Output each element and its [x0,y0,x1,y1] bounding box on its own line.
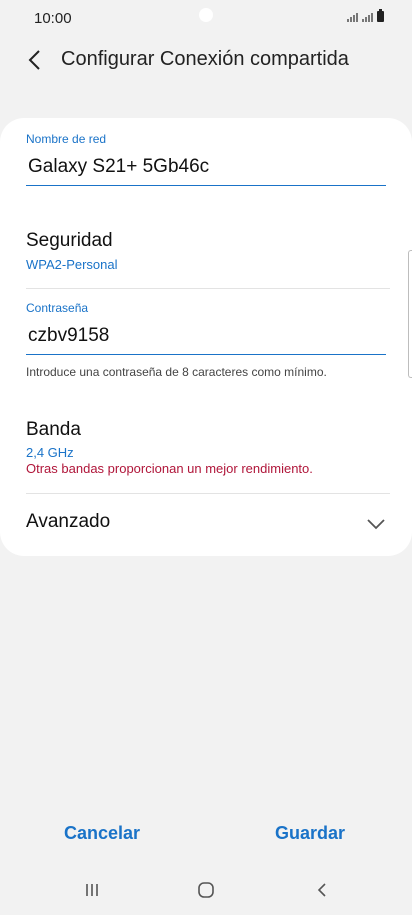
security-title: Seguridad [26,230,113,251]
band-title: Banda [26,419,81,440]
band-value: 2,4 GHz [26,445,74,460]
chevron-down-icon [367,519,385,530]
status-time: 10:00 [34,10,72,27]
security-value: WPA2-Personal [26,257,118,272]
nav-bar [0,870,412,910]
home-button[interactable] [191,878,221,902]
battery-icon [377,9,384,22]
screen: 10:00 Configurar Conexión compartida Nom… [0,0,412,915]
save-button[interactable]: Guardar [275,823,345,844]
signal-icon [347,13,358,22]
settings-card: Nombre de red Galaxy S21+ 5Gb46c Segurid… [0,118,412,556]
status-bar: 10:00 [0,0,412,36]
nav-back-icon [317,883,326,897]
signal-icon-2 [362,13,373,22]
password-value: czbv9158 [28,325,110,346]
page-title: Configurar Conexión compartida [61,48,349,70]
password-helper: Introduce una contraseña de 8 caracteres… [26,365,327,379]
header: Configurar Conexión compartida [0,40,412,80]
divider [26,288,390,289]
nav-back-button[interactable] [307,878,337,902]
divider [26,493,390,494]
chevron-left-icon [28,50,40,70]
back-button[interactable] [20,46,48,74]
band-warning: Otras bandas proporcionan un mejor rendi… [26,461,313,476]
network-name-value: Galaxy S21+ 5Gb46c [28,156,210,177]
password-underline [26,354,386,355]
network-name-label: Nombre de red [26,132,107,146]
advanced-title: Avanzado [26,511,111,532]
camera-cutout [199,8,213,22]
network-name-underline [26,185,386,186]
password-label: Contraseña [26,301,89,315]
cancel-button[interactable]: Cancelar [64,823,140,844]
status-icons [347,9,384,22]
recent-apps-icon [86,884,98,896]
scroll-indicator[interactable] [408,250,412,378]
recent-apps-button[interactable] [77,878,107,902]
home-icon [198,882,214,898]
